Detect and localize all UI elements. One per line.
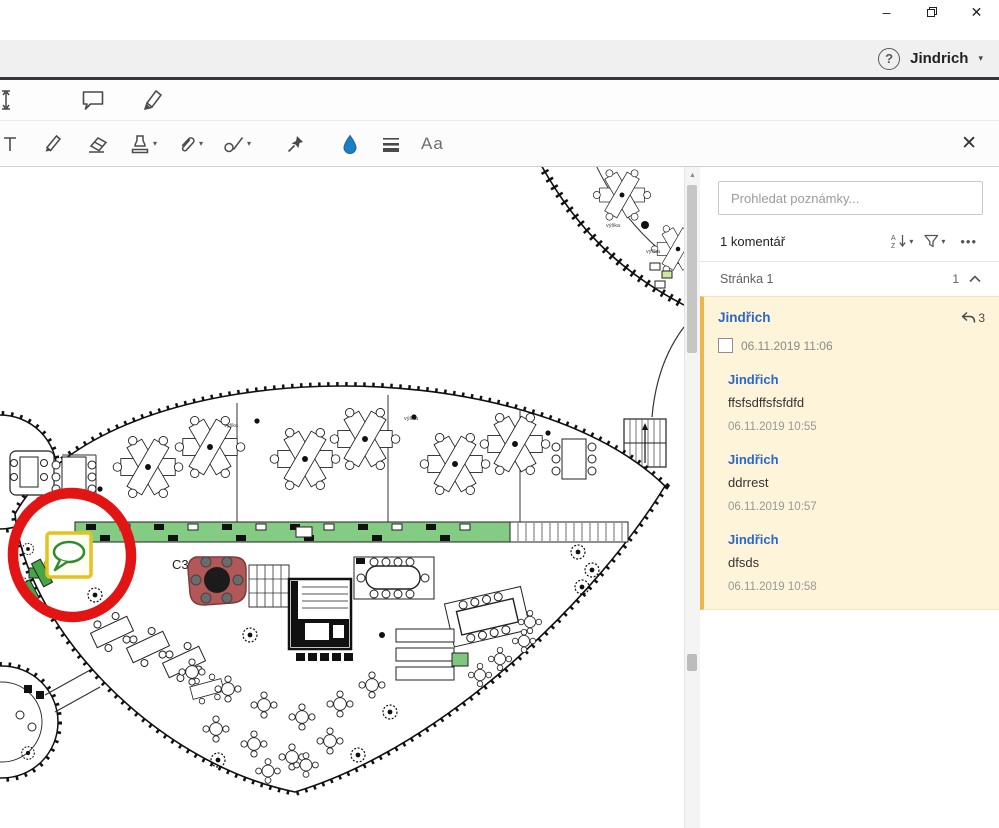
- pencil-icon[interactable]: [38, 129, 67, 158]
- chevron-down-icon: ▾: [153, 139, 158, 148]
- height-label: výška: [646, 249, 661, 255]
- reply-text: ffsfsdffsfsfdfd: [728, 395, 805, 410]
- filter-button[interactable]: ▾: [922, 232, 947, 250]
- reply-count: 3: [978, 310, 985, 325]
- help-icon[interactable]: ?: [878, 47, 901, 70]
- close-toolbar-button[interactable]: ✕: [955, 131, 983, 156]
- floor-plan: výška výška výška výška C3: [0, 167, 684, 797]
- reply-text: ddrrest: [728, 475, 769, 490]
- height-label: výška: [606, 223, 621, 229]
- building-core: [287, 577, 353, 661]
- comment-author[interactable]: Jindřich: [718, 310, 771, 325]
- thread-header: Jindřich 3: [718, 310, 985, 325]
- pod-meeting-room: [9, 450, 55, 496]
- svg-text:Z: Z: [891, 243, 896, 249]
- text-style-button[interactable]: Aa: [417, 130, 448, 158]
- highlighter-icon[interactable]: [137, 84, 169, 116]
- reply-icon[interactable]: [961, 311, 976, 324]
- maximize-button[interactable]: [909, 0, 954, 24]
- comment-toolbar-main: ▾ ▾ ▾ Aa ✕: [0, 121, 999, 167]
- search-input[interactable]: [729, 189, 972, 207]
- shapes-icon[interactable]: ▾: [219, 130, 255, 158]
- reply-author: Jindřich: [728, 372, 779, 387]
- minimize-button[interactable]: –: [864, 0, 909, 24]
- acrobat-window: – ✕ ? Jindrich ▾ ▾ ▾ ▾ Aa ✕ výška výška …: [0, 0, 999, 828]
- reply-text: dfsds: [728, 555, 760, 570]
- chevron-down-icon: ▾: [247, 139, 252, 148]
- content-area: výška výška výška výška C3 ▲ Prohledat p…: [0, 167, 999, 828]
- comment-annotation-icon[interactable]: [45, 531, 93, 579]
- filter-icon: [924, 234, 939, 248]
- document-scrollbar[interactable]: ▲: [684, 167, 700, 828]
- chevron-down-icon: ▾: [941, 236, 946, 246]
- comment-reply[interactable]: Jindřich dfsds 06.11.2019 10:58: [728, 532, 985, 593]
- reply-author: Jindřich: [728, 452, 779, 467]
- attach-icon[interactable]: ▾: [173, 130, 207, 158]
- scroll-up-icon[interactable]: ▲: [685, 167, 700, 183]
- measure-tool-icon[interactable]: [0, 84, 21, 116]
- height-label: výška: [224, 423, 239, 429]
- comment-checkbox[interactable]: [718, 338, 733, 353]
- restore-icon: [926, 7, 937, 17]
- conference-right: [551, 438, 597, 480]
- reply-date: 06.11.2019 10:55: [728, 421, 817, 433]
- red-zone: [187, 556, 247, 606]
- chevron-down-icon: ▾: [909, 236, 914, 246]
- window-controls: – ✕: [864, 0, 999, 24]
- comment-reply[interactable]: Jindřich ddrrest 06.11.2019 10:57: [728, 452, 985, 513]
- svg-text:A: A: [891, 235, 896, 242]
- top-right-wing: [537, 167, 684, 468]
- reply-author: Jindřich: [728, 532, 779, 547]
- page-comment-count: 1: [952, 272, 959, 286]
- line-weight-icon[interactable]: [377, 130, 405, 158]
- page-section-header[interactable]: Stránka 1 1: [700, 262, 999, 294]
- page-label: Stránka 1: [720, 272, 774, 286]
- comment-reply[interactable]: Jindřich ffsfsdffsfsfdfd 06.11.2019 10:5…: [728, 372, 985, 433]
- grid-table: [248, 564, 290, 608]
- sticky-note-icon[interactable]: [77, 85, 109, 115]
- text-comment-icon[interactable]: [0, 130, 22, 158]
- scrollbar-marker[interactable]: [687, 654, 697, 671]
- green-corridor: [74, 521, 629, 543]
- fill-color-icon[interactable]: [337, 130, 363, 158]
- comment-thread[interactable]: Jindřich 3 06.11.2019 11:06 Jindřich ffs…: [700, 296, 999, 610]
- comment-search[interactable]: [718, 181, 983, 215]
- reply-date: 06.11.2019 10:57: [728, 501, 817, 513]
- comment-date: 06.11.2019 11:06: [741, 338, 833, 353]
- options-menu-button[interactable]: •••: [954, 233, 983, 250]
- chevron-up-icon[interactable]: [969, 275, 981, 283]
- sort-icon: A Z: [891, 235, 907, 249]
- comment-count: 1 komentář: [720, 233, 786, 249]
- pin-icon[interactable]: [281, 130, 309, 158]
- comment-meta: 06.11.2019 11:06: [718, 338, 985, 353]
- scrollbar-thumb[interactable]: [687, 185, 697, 353]
- eraser-icon[interactable]: [83, 130, 113, 158]
- reply-date: 06.11.2019 10:58: [728, 581, 817, 593]
- stamp-icon[interactable]: ▾: [125, 130, 161, 158]
- document-viewport[interactable]: výška výška výška výška C3 ▲: [0, 167, 700, 828]
- user-menu[interactable]: Jindrich: [910, 50, 968, 67]
- chevron-down-icon[interactable]: ▾: [978, 53, 983, 64]
- sort-button[interactable]: A Z ▾: [889, 231, 915, 251]
- close-window-button[interactable]: ✕: [954, 0, 999, 24]
- title-bar: – ✕: [0, 0, 999, 40]
- comments-panel: 1 komentář A Z ▾ ▾ •: [700, 167, 999, 828]
- comments-header: 1 komentář A Z ▾ ▾ •••: [720, 231, 983, 251]
- chevron-down-icon: ▾: [199, 139, 204, 148]
- app-bar: ? Jindrich ▾: [0, 40, 999, 80]
- comment-toolbar-secondary: [0, 80, 999, 121]
- room-label-c3: C3: [172, 557, 189, 572]
